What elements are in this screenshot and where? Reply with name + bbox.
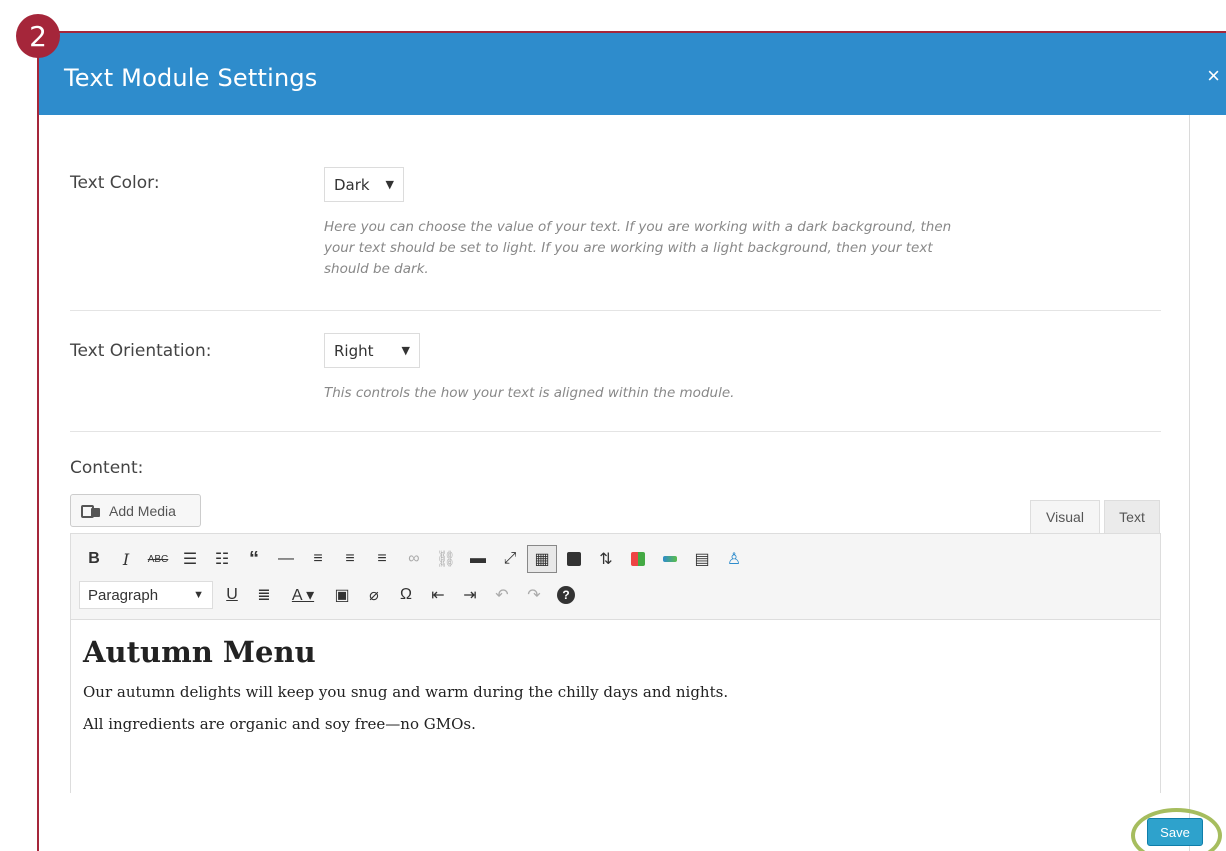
horizontal-rule-icon[interactable]: —	[271, 545, 301, 573]
toolbar-row-1: B I ABC ☰ ☷ “ — ≡ ≡ ≡ ∞ ⛓ ▬ ⤢ ▦ ⇅ ▤ ♙	[79, 545, 751, 573]
tab-text[interactable]: Text	[1104, 500, 1160, 534]
content-paragraph: All ingredients are organic and soy free…	[83, 715, 476, 733]
outdent-icon[interactable]: ⇤	[423, 581, 453, 609]
modal-body: Text Color: Dark ▼ Here you can choose t…	[39, 115, 1190, 851]
align-right-icon[interactable]: ≡	[367, 545, 397, 573]
divider	[70, 310, 1161, 311]
paragraph-format-select[interactable]: Paragraph ▼	[79, 581, 213, 609]
content-paragraph: Our autumn delights will keep you snug a…	[83, 683, 729, 701]
fullscreen-icon[interactable]: ⤢	[495, 545, 525, 573]
text-color-select[interactable]: Dark ▼	[324, 167, 404, 202]
divider	[70, 431, 1161, 432]
unlink-icon[interactable]: ⛓	[431, 545, 461, 573]
step-badge: 2	[16, 14, 60, 58]
chevron-down-icon: ▼	[193, 589, 204, 601]
image-plugin-icon[interactable]	[559, 545, 589, 573]
rich-text-editor: B I ABC ☰ ☷ “ — ≡ ≡ ≡ ∞ ⛓ ▬ ⤢ ▦ ⇅ ▤ ♙ Pa…	[70, 533, 1161, 793]
media-icon	[81, 503, 101, 519]
link-icon[interactable]: ∞	[399, 545, 429, 573]
chevron-down-icon: ▼	[401, 344, 410, 357]
special-character-icon[interactable]: Ω	[391, 581, 421, 609]
save-button[interactable]: Save	[1147, 818, 1203, 846]
editor-content-area[interactable]: Autumn Menu Our autumn delights will kee…	[71, 621, 1160, 796]
text-color-label: Text Color:	[70, 173, 160, 193]
divider-plugin-icon[interactable]	[655, 545, 685, 573]
chevron-down-icon: ▼	[385, 178, 394, 191]
modal-title: Text Module Settings	[64, 64, 318, 92]
undo-icon[interactable]: ↶	[487, 581, 517, 609]
add-media-label: Add Media	[109, 502, 176, 519]
align-center-icon[interactable]: ≡	[335, 545, 365, 573]
help-icon[interactable]: ?	[551, 581, 581, 609]
underline-icon[interactable]: U	[217, 581, 247, 609]
format-select-value: Paragraph	[88, 586, 159, 604]
content-label: Content:	[70, 458, 144, 478]
italic-icon[interactable]: I	[111, 545, 141, 573]
paste-as-text-icon[interactable]: ▣	[327, 581, 357, 609]
numbered-list-icon[interactable]: ☷	[207, 545, 237, 573]
tab-visual[interactable]: Visual	[1030, 500, 1100, 534]
bullet-list-icon[interactable]: ☰	[175, 545, 205, 573]
modal-header: Text Module Settings ×	[39, 33, 1226, 115]
clear-formatting-icon[interactable]: ⌀	[359, 581, 389, 609]
strikethrough-icon[interactable]: ABC	[143, 545, 173, 573]
text-color-help: Here you can choose the value of your te…	[324, 219, 952, 277]
indent-icon[interactable]: ⇥	[455, 581, 485, 609]
content-heading: Autumn Menu	[83, 635, 316, 669]
redo-icon[interactable]: ↷	[519, 581, 549, 609]
upload-plugin-icon[interactable]: ⇅	[591, 545, 621, 573]
toolbar-row-2: Paragraph ▼ U ≣ A ▾ ▣ ⌀ Ω ⇤ ⇥ ↶ ↷ ?	[79, 581, 583, 609]
blockquote-icon[interactable]: “	[239, 545, 269, 573]
text-orientation-select[interactable]: Right ▼	[324, 333, 420, 368]
justify-icon[interactable]: ≣	[249, 581, 279, 609]
close-button[interactable]: ×	[1207, 63, 1220, 89]
add-media-button[interactable]: Add Media	[70, 494, 201, 527]
read-more-icon[interactable]: ▬	[463, 545, 493, 573]
align-left-icon[interactable]: ≡	[303, 545, 333, 573]
text-orientation-help: This controls the how your text is align…	[324, 385, 735, 401]
grid-plugin-icon[interactable]	[623, 545, 653, 573]
bold-icon[interactable]: B	[79, 545, 109, 573]
editor-toolbar: B I ABC ☰ ☷ “ — ≡ ≡ ≡ ∞ ⛓ ▬ ⤢ ▦ ⇅ ▤ ♙ Pa…	[71, 534, 1160, 620]
text-orientation-value: Right	[334, 341, 374, 360]
text-color-icon[interactable]: A ▾	[281, 581, 325, 609]
text-color-value: Dark	[334, 175, 370, 194]
box-plugin-icon[interactable]: ▤	[687, 545, 717, 573]
user-plugin-icon[interactable]: ♙	[719, 545, 749, 573]
toolbar-toggle-icon[interactable]: ▦	[527, 545, 557, 573]
text-orientation-label: Text Orientation:	[70, 341, 212, 361]
